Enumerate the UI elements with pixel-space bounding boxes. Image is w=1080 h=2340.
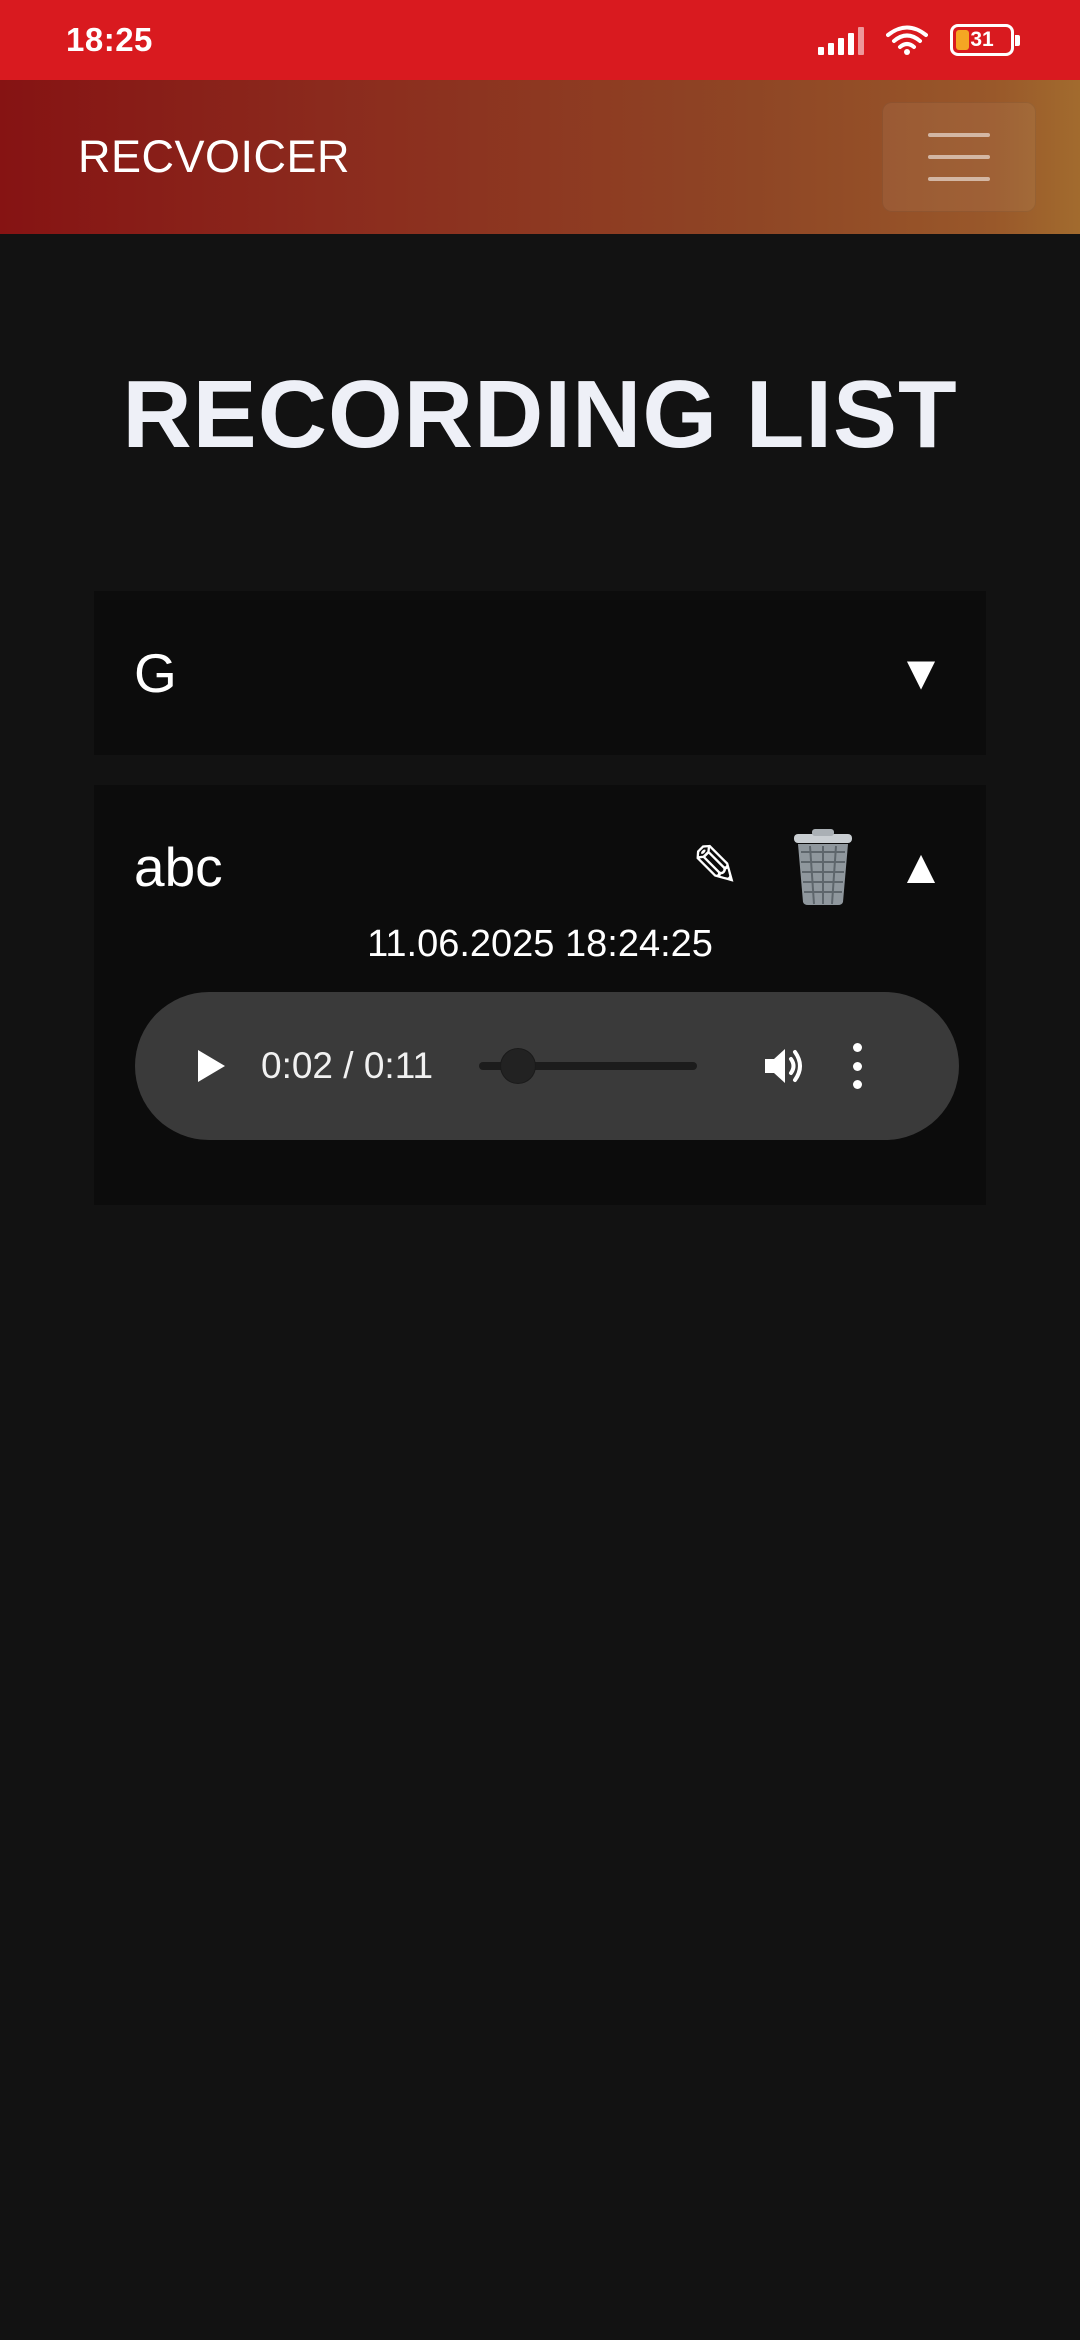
status-icons: 31 bbox=[818, 24, 1020, 56]
trash-icon[interactable] bbox=[790, 828, 856, 906]
recording-name: abc bbox=[134, 836, 223, 898]
menu-button[interactable] bbox=[882, 102, 1036, 212]
play-icon bbox=[198, 1050, 225, 1082]
battery-icon: 31 bbox=[950, 24, 1020, 56]
volume-icon[interactable] bbox=[761, 1042, 809, 1090]
app-brand[interactable]: RECVOICER bbox=[78, 131, 350, 183]
recording-date: 11.06.2025 18:24:25 bbox=[367, 923, 713, 965]
battery-level: 31 bbox=[970, 28, 994, 51]
hamburger-menu-icon bbox=[928, 133, 990, 137]
recording-card: G ▼ bbox=[94, 591, 986, 755]
player-time: 0:02 / 0:11 bbox=[261, 1045, 434, 1086]
recording-name: G bbox=[134, 642, 177, 704]
edit-pencil-icon[interactable]: ✎ bbox=[691, 838, 740, 896]
signal-icon bbox=[818, 25, 864, 55]
app-bar: RECVOICER bbox=[0, 80, 1080, 234]
more-options-icon[interactable] bbox=[849, 1043, 865, 1089]
status-time: 18:25 bbox=[66, 21, 153, 58]
wifi-icon bbox=[886, 25, 928, 55]
progress-thumb[interactable] bbox=[501, 1049, 536, 1083]
status-bar: 18:25 31 bbox=[0, 0, 1080, 80]
recording-header[interactable]: G ▼ bbox=[94, 591, 986, 755]
expand-toggle-icon[interactable]: ▼ bbox=[896, 646, 946, 701]
progress-slider[interactable] bbox=[479, 1049, 698, 1083]
audio-player: 0:02 / 0:11 bbox=[135, 992, 959, 1140]
page-title: RECORDING LIST bbox=[122, 361, 958, 468]
play-button[interactable] bbox=[191, 1046, 231, 1086]
collapse-toggle-icon[interactable]: ▲ bbox=[896, 840, 946, 895]
recording-card: abc ✎ ▲ 11.06.2025 18:24:25 0:02 / 0:11 bbox=[94, 785, 986, 1205]
